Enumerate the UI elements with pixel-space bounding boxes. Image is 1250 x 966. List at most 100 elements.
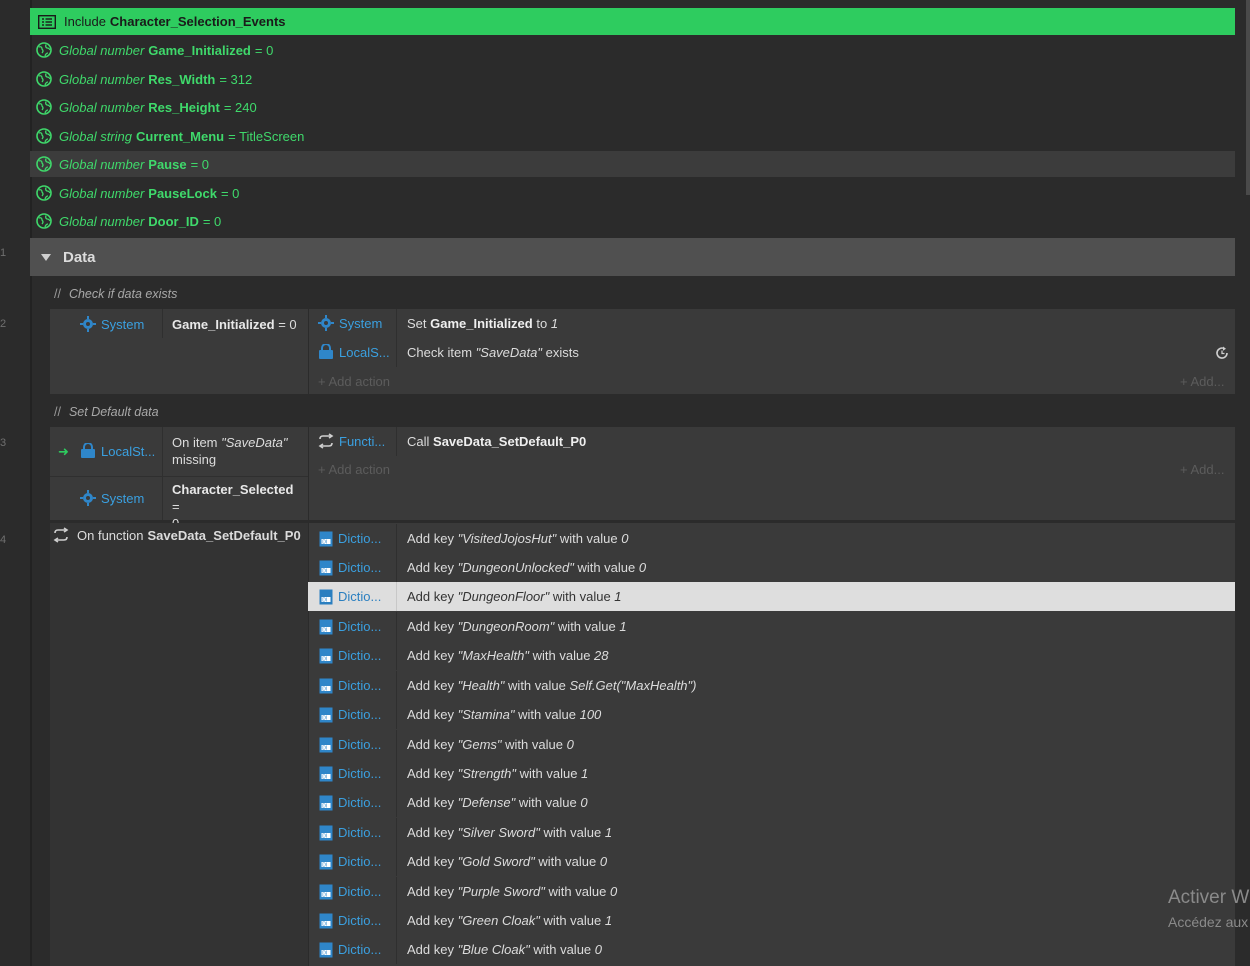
dictionary-icon: DI [319, 589, 333, 605]
action-object-dictionary[interactable]: DI Dictio... [308, 524, 397, 553]
condition-object-localstorage[interactable]: LocalSt... [80, 443, 155, 459]
global-name: PauseLock [148, 185, 217, 201]
action-object-function[interactable]: Functi... [318, 433, 385, 449]
condition-object-system[interactable]: System [80, 490, 144, 506]
dict-value: Self.Get("MaxHealth") [569, 678, 697, 693]
global-variable-row[interactable]: Global number Pause = 0 [30, 151, 1235, 177]
add-more-button[interactable]: + Add... [1180, 374, 1224, 389]
dict-value: 0 [580, 795, 588, 810]
dict-key: "VisitedJojosHut" [457, 531, 557, 546]
group-header-data[interactable]: Data [30, 238, 1235, 276]
global-variable-row[interactable]: Global number Door_ID = 0 [30, 208, 1235, 234]
dictionary-icon: DI [319, 884, 333, 900]
action-object-system[interactable]: System [318, 315, 382, 331]
action-row-add-key[interactable]: DI Dictio... Add key "Defense" with value … [308, 788, 1235, 817]
action-row-add-key[interactable]: DI Dictio... Add key "Silver Sword" with v… [308, 818, 1235, 847]
action-object-dictionary[interactable]: DI Dictio... [308, 553, 397, 582]
action-call-function[interactable]: Call SaveData_SetDefault_P0 [407, 434, 586, 449]
global-kind: Global number [59, 185, 145, 201]
event-4-conditions[interactable] [50, 523, 308, 966]
action-with-value: with value [533, 942, 592, 957]
global-variable-row[interactable]: Global number Res_Height = 240 [30, 94, 1235, 120]
action-row-add-key[interactable]: DI Dictio... Add key "VisitedJojosHut" wit… [308, 524, 1235, 553]
action-text: Add key "MaxHealth" with value 28 [407, 648, 609, 663]
action-verb: Add key [407, 766, 454, 781]
action-row-add-key[interactable]: DI Dictio... Add key "DungeonRoom" with va… [308, 612, 1235, 641]
comment-text: Set Default data [68, 405, 159, 419]
dict-value: 100 [579, 707, 602, 722]
action-text: Add key "Defense" with value 0 [407, 795, 588, 810]
svg-text:DI: DI [322, 686, 327, 692]
action-object-dictionary[interactable]: DI Dictio... [308, 788, 397, 817]
function-name: SaveData_SetDefault_P0 [147, 527, 301, 543]
dict-value: 28 [594, 648, 609, 663]
action-object-dictionary[interactable]: DI Dictio... [308, 759, 397, 788]
action-text: Add key "Silver Sword" with value 1 [407, 825, 612, 840]
action-row-add-key[interactable]: DI Dictio... Add key "Gems" with value 0 [308, 730, 1235, 759]
action-row-add-key[interactable]: DI Dictio... Add key "Green Cloak" with va… [308, 906, 1235, 935]
action-with-value: with value [552, 589, 611, 604]
scrollbar-thumb[interactable] [1246, 0, 1250, 195]
global-value: = 0 [254, 42, 274, 58]
action-var: Game_Initialized [430, 316, 533, 331]
action-object-dictionary[interactable]: DI Dictio... [308, 582, 397, 611]
action-verb: Add key [407, 560, 454, 575]
action-object-dictionary[interactable]: DI Dictio... [308, 818, 397, 847]
action-text: Add key "Health" with value Self.Get("Ma… [407, 678, 696, 693]
action-row-add-key[interactable]: DI Dictio... Add key "Gold Sword" with val… [308, 847, 1235, 876]
action-object-dictionary[interactable]: DI Dictio... [308, 612, 397, 641]
action-object-dictionary[interactable]: DI Dictio... [308, 641, 397, 670]
svg-text:DI: DI [322, 892, 327, 898]
add-more-button[interactable]: + Add... [1180, 462, 1224, 477]
dict-value: 0 [609, 884, 618, 899]
global-variable-row[interactable]: Global number Res_Width = 312 [30, 66, 1235, 92]
global-variable-row[interactable]: Global number PauseLock = 0 [30, 180, 1235, 206]
action-object-dictionary[interactable]: DI Dictio... [308, 700, 397, 729]
globe-icon [36, 99, 52, 115]
comment-set-default[interactable]: // Set Default data [54, 405, 159, 419]
svg-text:DI: DI [322, 539, 327, 545]
action-object-dictionary[interactable]: DI Dictio... [308, 671, 397, 700]
dictionary-icon: DI [319, 766, 333, 782]
condition-game-initialized[interactable]: Game_Initialized = 0 [172, 316, 297, 333]
global-value: = 0 [202, 213, 222, 229]
globe-icon [36, 156, 52, 172]
action-object-dictionary[interactable]: DI Dictio... [308, 906, 397, 935]
action-object-localstorage[interactable]: LocalS... [318, 344, 390, 360]
collapse-triangle-icon[interactable] [41, 253, 51, 261]
action-row-add-key[interactable]: DI Dictio... Add key "DungeonUnlocked" wit… [308, 553, 1235, 582]
function-block-label[interactable]: On function SaveData_SetDefault_P0 [52, 527, 301, 543]
add-action-button[interactable]: + Add action [318, 462, 390, 477]
dictionary-icon: DI [319, 913, 333, 929]
action-object-dictionary[interactable]: DI Dictio... [308, 877, 397, 906]
line-number: 1 [0, 247, 7, 259]
action-row-add-key[interactable]: DI Dictio... Add key "Health" with value S… [308, 671, 1235, 700]
svg-text:DI: DI [322, 745, 327, 751]
action-row-add-key[interactable]: DI Dictio... Add key "DungeonFloor" with v… [308, 582, 1235, 611]
condition-on-item-missing[interactable]: On item "SaveData" missing [172, 434, 302, 468]
dict-key: "Silver Sword" [457, 825, 540, 840]
action-object-dictionary[interactable]: DI Dictio... [308, 730, 397, 759]
function-loop-icon [52, 527, 70, 543]
divider [50, 476, 308, 477]
action-row-add-key[interactable]: DI Dictio... Add key "Purple Sword" with v… [308, 877, 1235, 906]
storage-icon [318, 344, 334, 360]
global-variable-row[interactable]: Global string Current_Menu = TitleScreen [30, 123, 1235, 149]
include-row[interactable]: Include Character_Selection_Events [30, 8, 1235, 35]
action-set-game-initialized[interactable]: Set Game_Initialized to 1 [407, 316, 558, 331]
action-row-add-key[interactable]: DI Dictio... Add key "Blue Cloak" with val… [308, 935, 1235, 964]
action-object-dictionary[interactable]: DI Dictio... [308, 847, 397, 876]
global-variable-row[interactable]: Global number Game_Initialized = 0 [30, 37, 1235, 63]
line-number: 2 [0, 318, 7, 330]
global-value: = 0 [190, 156, 210, 172]
divider [396, 427, 397, 456]
add-action-button[interactable]: + Add action [318, 374, 390, 389]
comment-check-data[interactable]: // Check if data exists [54, 287, 177, 301]
action-row-add-key[interactable]: DI Dictio... Add key "Strength" with value… [308, 759, 1235, 788]
action-row-add-key[interactable]: DI Dictio... Add key "MaxHealth" with valu… [308, 641, 1235, 670]
action-row-add-key[interactable]: DI Dictio... Add key "Stamina" with value … [308, 700, 1235, 729]
action-verb: Add key [407, 795, 454, 810]
action-check-item[interactable]: Check item "SaveData" exists [407, 345, 579, 360]
action-object-dictionary[interactable]: DI Dictio... [308, 935, 397, 964]
condition-object-system[interactable]: System [80, 316, 144, 332]
